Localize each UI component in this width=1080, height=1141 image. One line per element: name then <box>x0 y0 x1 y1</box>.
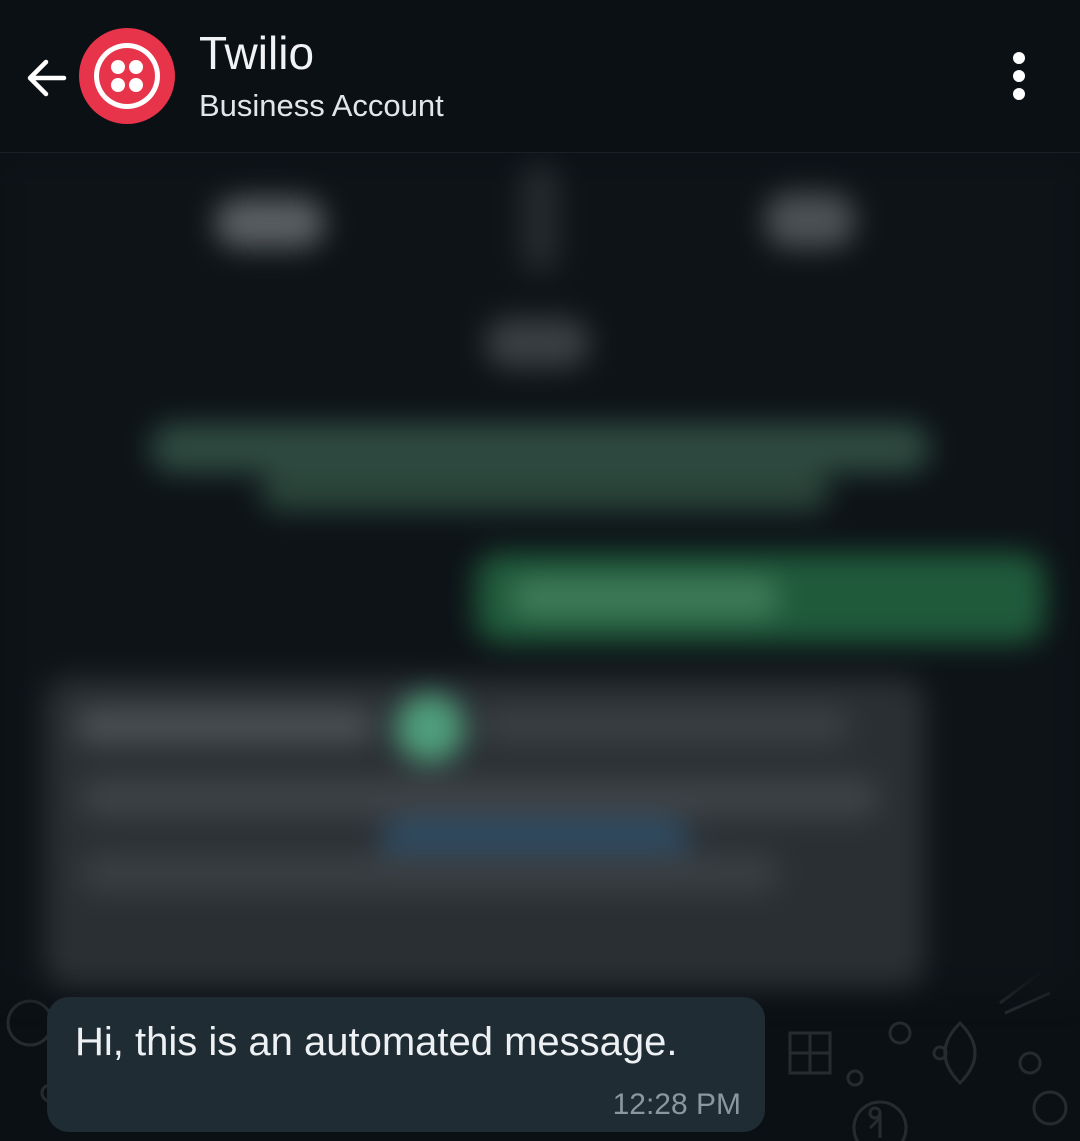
blurred-history <box>0 153 1080 993</box>
contact-subtitle[interactable]: Business Account <box>199 88 444 124</box>
chat-header: Twilio Business Account <box>0 0 1080 153</box>
arrow-left-icon <box>27 59 67 97</box>
chat-screen: Twilio Business Account Hi, this is an a… <box>0 0 1080 1141</box>
twilio-logo-icon <box>94 43 160 109</box>
more-vertical-icon <box>1013 52 1025 100</box>
avatar[interactable] <box>79 28 175 124</box>
chat-area[interactable]: Hi, this is an automated message. 12:28 … <box>0 153 1080 1141</box>
back-button[interactable] <box>18 50 74 106</box>
contact-name[interactable]: Twilio <box>199 27 314 79</box>
message-timestamp: 12:28 PM <box>612 1088 741 1121</box>
message-bubble[interactable]: Hi, this is an automated message. 12:28 … <box>47 997 765 1132</box>
more-options-button[interactable] <box>995 46 1043 106</box>
message-text: Hi, this is an automated message. <box>75 1020 678 1064</box>
